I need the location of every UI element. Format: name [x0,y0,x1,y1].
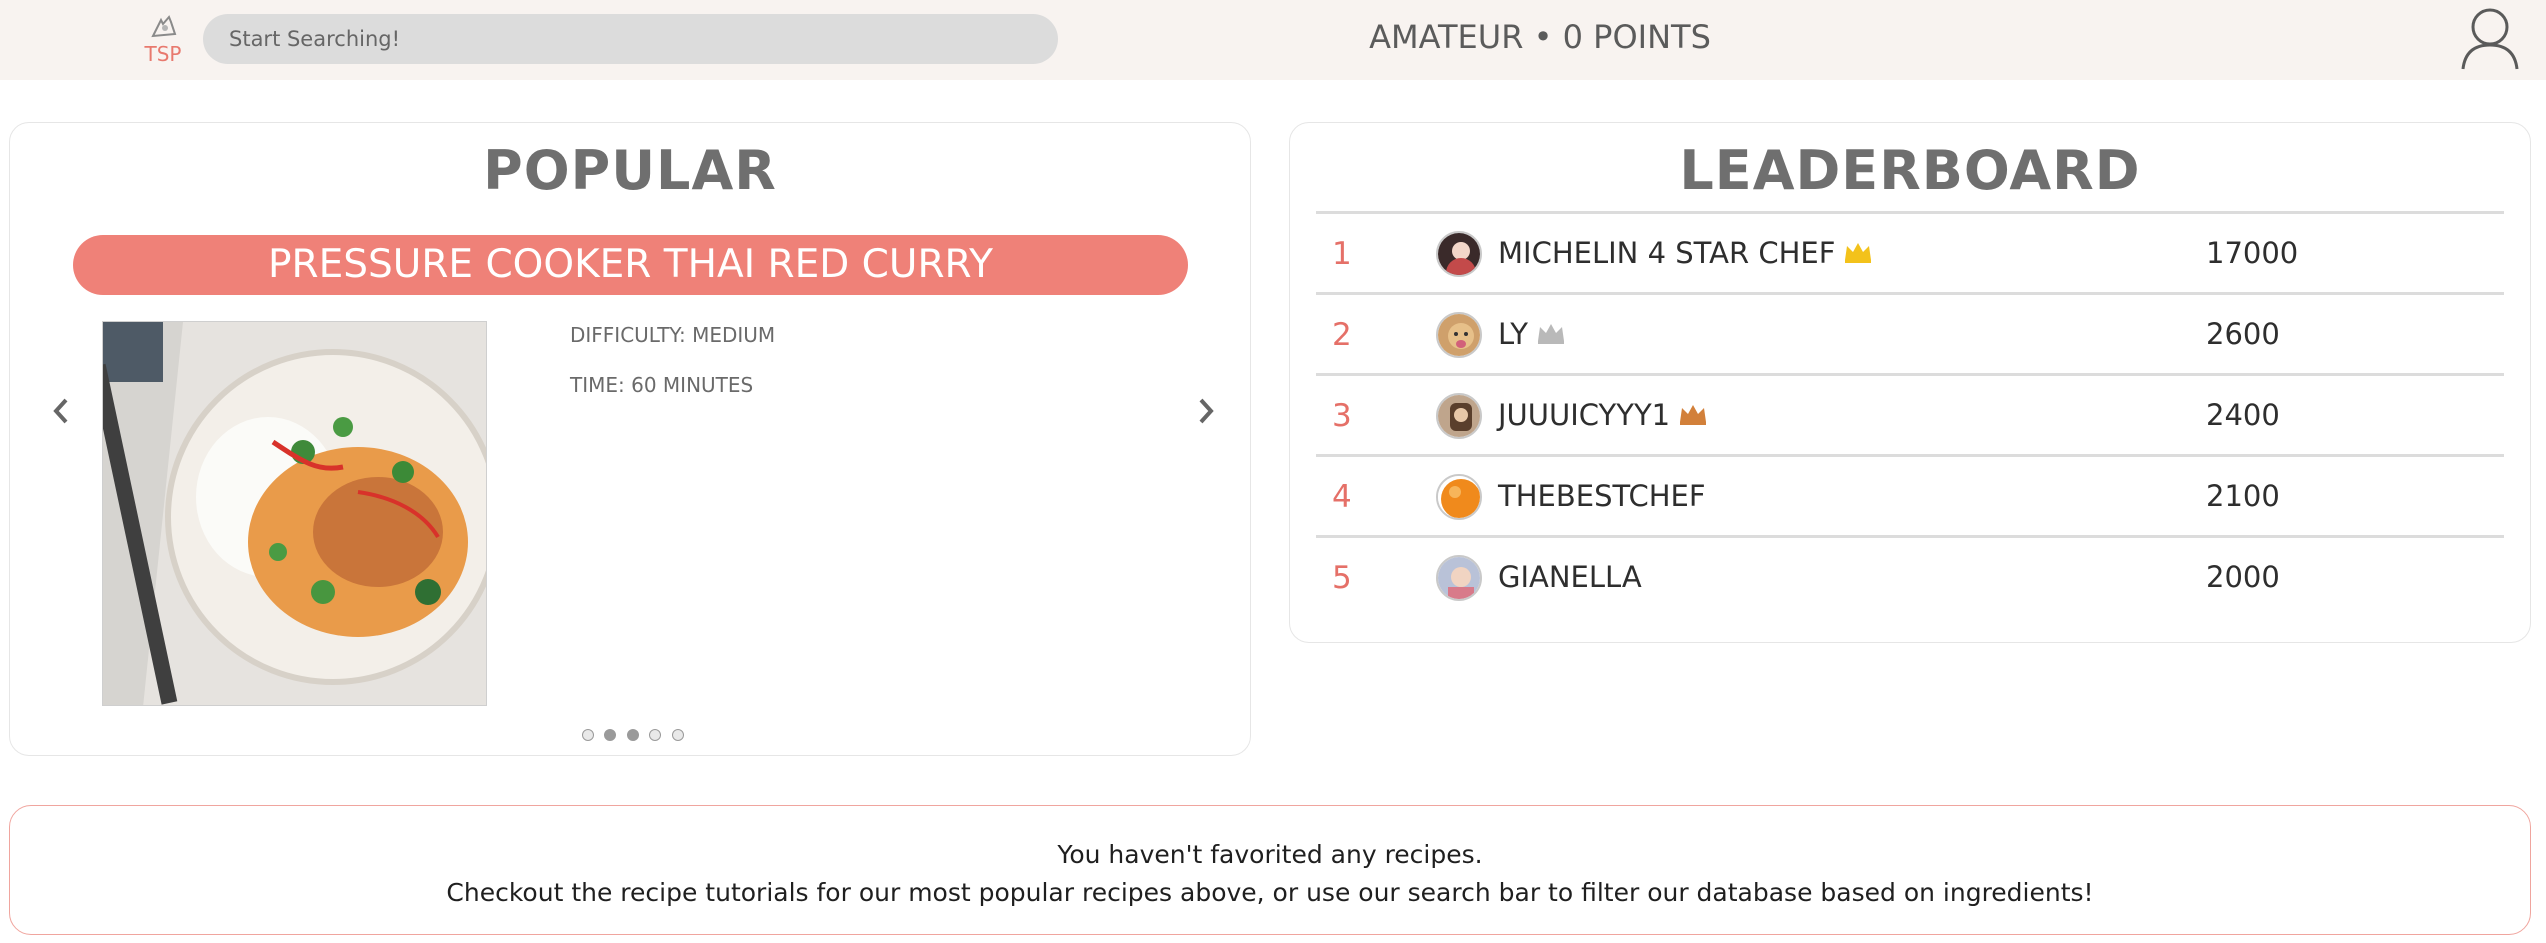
popular-title: POPULAR [483,139,777,202]
popular-card: POPULAR PRESSURE COOKER THAI RED CURRY D… [9,122,1251,756]
points: 2000 [2206,560,2280,594]
points: 2400 [2206,398,2280,432]
logo-text: TSP [144,42,182,66]
chevron-right-icon [1199,398,1214,424]
recipe-title-pill[interactable]: PRESSURE COOKER THAI RED CURRY [73,235,1188,295]
rank: 2 [1332,317,1352,353]
profile-icon[interactable] [2460,5,2520,71]
leaderboard-card: LEADERBOARD 1 MICHELIN 4 STAR CHEF 17000… [1289,122,2531,643]
carousel-next-button[interactable] [1191,391,1221,431]
crown-bronze-icon [1680,405,1707,425]
leaderboard-title: LEADERBOARD [1679,139,2141,202]
leaderboard-row[interactable]: 3 JUUUICYYY1 2400 [1316,373,2504,454]
leaderboard-row[interactable]: 4 THEBESTCHEF 2100 [1316,454,2504,535]
recipe-time: TIME: 60 MINUTES [570,373,754,397]
username: MICHELIN 4 STAR CHEF [1498,236,1873,270]
crown-gold-icon [1845,243,1872,263]
carousel-dot[interactable] [671,729,684,741]
leaderboard-row[interactable]: 2 LY 2600 [1316,292,2504,373]
points: 2600 [2206,317,2280,351]
chevron-left-icon [53,398,68,424]
rank: 3 [1332,398,1352,434]
carousel-dot[interactable] [649,729,662,741]
carousel-dots [582,728,690,742]
crown-silver-icon [1538,324,1565,344]
username: JUUUICYYY1 [1498,398,1708,432]
leaderboard-table: 1 MICHELIN 4 STAR CHEF 17000 2 LY 2600 3 [1316,211,2504,616]
recipe-difficulty: DIFFICULTY: MEDIUM [570,323,776,347]
rank: 5 [1332,560,1352,596]
favorites-empty-message: You haven't favorited any recipes. Check… [9,805,2531,935]
top-header: TSP AMATEUR • 0 POINTS [0,0,2546,80]
leaderboard-row[interactable]: 5 GIANELLA 2000 [1316,535,2504,616]
carousel-dot-active[interactable] [604,729,617,741]
username: GIANELLA [1498,560,1642,594]
favorites-line-2: Checkout the recipe tutorials for our mo… [446,878,2094,907]
username: THEBESTCHEF [1498,479,1706,513]
carousel-dot[interactable] [626,729,639,741]
points: 17000 [2206,236,2299,270]
carousel-prev-button[interactable] [46,391,76,431]
recipe-image[interactable] [102,321,487,706]
favorites-line-1: You haven't favorited any recipes. [1057,840,1483,869]
rank: 4 [1332,479,1352,515]
search-input[interactable] [203,14,1058,64]
user-level-status: AMATEUR • 0 POINTS [1369,18,1711,56]
tsp-logo[interactable]: TSP [140,14,186,66]
carousel-dot[interactable] [582,729,594,741]
avatar [1436,393,1482,439]
points: 2100 [2206,479,2280,513]
chef-logo-icon [151,15,177,38]
leaderboard-row[interactable]: 1 MICHELIN 4 STAR CHEF 17000 [1316,211,2504,292]
avatar [1436,555,1482,601]
rank: 1 [1332,236,1352,272]
avatar [1436,231,1482,277]
avatar [1436,312,1482,358]
avatar [1436,474,1482,520]
username: LY [1498,317,1566,351]
